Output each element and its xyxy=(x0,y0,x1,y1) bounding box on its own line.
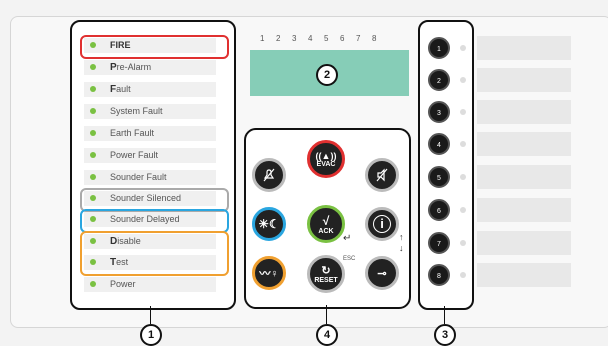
sounder-delayed-frame xyxy=(80,209,229,233)
led-row: Sounder Fault xyxy=(84,170,216,185)
callout-controls: 4 xyxy=(316,324,338,346)
zone-label-slot xyxy=(477,198,571,222)
led-indicator-icon xyxy=(90,281,96,287)
zone-number: 5 xyxy=(324,34,329,43)
led-label: Sounder Fault xyxy=(110,172,167,182)
buzzer-mute-icon xyxy=(263,168,275,182)
zone-label-slot xyxy=(477,100,571,124)
info-button[interactable]: i xyxy=(365,207,399,241)
zone-led-icon xyxy=(460,240,466,246)
led-row: Fault xyxy=(84,82,216,97)
day-night-button[interactable]: ☀☾ xyxy=(252,207,286,241)
led-label: Power Fault xyxy=(110,150,159,160)
led-label: Fault xyxy=(110,84,131,95)
callout-led: 1 xyxy=(140,324,162,346)
zone-number: 1 xyxy=(260,34,265,43)
walk-test-icon: 〰♀ xyxy=(259,268,279,280)
zone-number: 3 xyxy=(292,34,297,43)
ack-button[interactable]: √ ACK xyxy=(307,205,345,243)
led-row: Power xyxy=(84,277,216,292)
zone-led-icon xyxy=(460,77,466,83)
led-label: Pre-Alarm xyxy=(110,62,152,73)
zone-button-2[interactable]: 2 xyxy=(428,69,450,91)
checkmark-icon: √ xyxy=(322,213,330,228)
key-icon: ⊸ xyxy=(377,267,387,280)
led-indicator-icon xyxy=(90,152,96,158)
led-label: Power xyxy=(110,279,136,289)
zone-number: 7 xyxy=(356,34,361,43)
zone-number: 4 xyxy=(308,34,313,43)
zone-label-slot xyxy=(477,263,571,287)
led-label: Earth Fault xyxy=(110,128,155,138)
led-indicator-icon xyxy=(90,174,96,180)
zone-number: 8 xyxy=(372,34,377,43)
callout-display: 2 xyxy=(316,64,338,86)
zone-led-icon xyxy=(460,174,466,180)
zone-number: 2 xyxy=(276,34,281,43)
callout-line-controls xyxy=(326,305,327,324)
enter-arrow-icon: ↵ xyxy=(343,233,352,244)
zone-led-icon xyxy=(460,272,466,278)
led-row: System Fault xyxy=(84,104,216,119)
zone-label-slot xyxy=(477,132,571,156)
zone-number: 6 xyxy=(340,34,345,43)
reset-label: RESET xyxy=(314,277,338,284)
led-row: Pre-Alarm xyxy=(84,60,216,75)
zone-button-4[interactable]: 4 xyxy=(428,133,450,155)
reset-button[interactable]: ↻ RESET xyxy=(307,255,345,293)
zone-label-slot xyxy=(477,231,571,255)
reset-icon: ↻ xyxy=(321,265,331,277)
zone-button-1[interactable]: 1 xyxy=(428,37,450,59)
zone-button-7[interactable]: 7 xyxy=(428,232,450,254)
led-indicator-icon xyxy=(90,64,96,70)
callout-line-led xyxy=(150,306,151,324)
led-indicator-icon xyxy=(90,130,96,136)
up-down-arrow-icon: ↑ ↓ xyxy=(399,232,404,253)
evac-label: EVAC xyxy=(316,160,336,168)
led-label: System Fault xyxy=(110,106,163,116)
callout-zones: 3 xyxy=(434,324,456,346)
silence-sounders-button[interactable] xyxy=(365,158,399,192)
led-row: Earth Fault xyxy=(84,126,216,141)
zone-led-icon xyxy=(460,45,466,51)
zone-led-icon xyxy=(460,207,466,213)
speaker-mute-icon xyxy=(376,168,388,182)
led-indicator-icon xyxy=(90,86,96,92)
zone-button-5[interactable]: 5 xyxy=(428,166,450,188)
esc-label: ESC xyxy=(343,256,356,262)
disable-test-frame xyxy=(80,231,229,276)
day-night-icon: ☀☾ xyxy=(258,217,280,231)
access-key-button[interactable]: ⊸ xyxy=(365,256,399,290)
evac-icon: ((▲)) xyxy=(315,150,337,161)
zone-led-icon xyxy=(460,141,466,147)
fire-frame xyxy=(80,35,229,59)
zone-button-3[interactable]: 3 xyxy=(428,101,450,123)
zone-button-8[interactable]: 8 xyxy=(428,264,450,286)
zone-label-slot xyxy=(477,36,571,60)
test-button[interactable]: 〰♀ xyxy=(252,256,286,290)
zone-number-strip: 1 2 3 4 5 6 7 8 xyxy=(260,34,388,43)
zone-button-6[interactable]: 6 xyxy=(428,199,450,221)
callout-line-zones xyxy=(444,306,445,324)
zone-led-icon xyxy=(460,109,466,115)
zone-label-slot xyxy=(477,165,571,189)
led-row: Power Fault xyxy=(84,148,216,163)
silence-buzzer-button[interactable] xyxy=(252,158,286,192)
ack-label: ACK xyxy=(318,227,334,235)
led-indicator-icon xyxy=(90,108,96,114)
evac-button[interactable]: ((▲)) EVAC xyxy=(307,140,345,178)
info-icon: i xyxy=(373,215,391,233)
zone-label-slot xyxy=(477,68,571,92)
